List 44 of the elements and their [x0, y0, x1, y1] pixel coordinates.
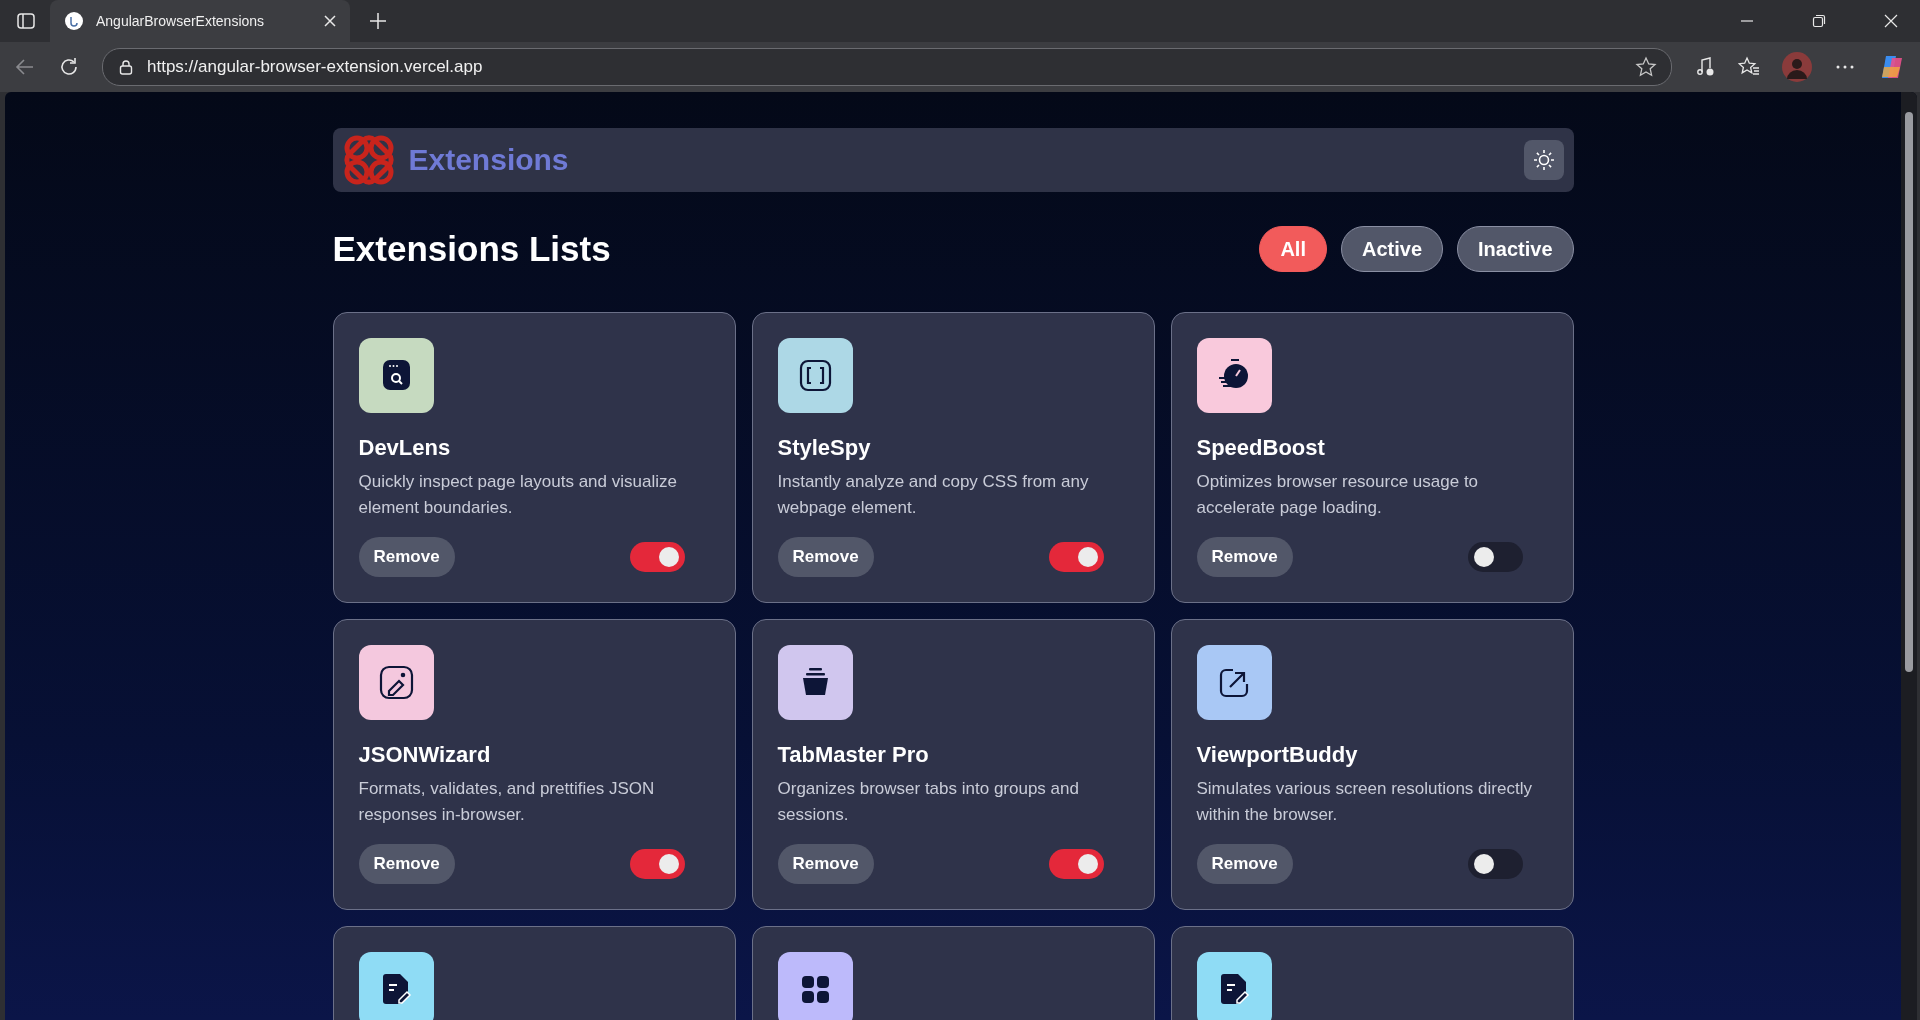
toggle-switch[interactable] — [1467, 849, 1523, 879]
extension-name: ViewportBuddy — [1196, 742, 1359, 768]
reload-icon[interactable] — [58, 56, 80, 78]
remove-button[interactable]: Remove — [777, 537, 874, 577]
toggle-switch[interactable] — [629, 542, 685, 572]
extension-description: Quickly inspect page layouts and visualize element boundaries. — [358, 471, 678, 519]
toggle-switch[interactable] — [1467, 542, 1523, 572]
extension-name: TabMaster Pro — [777, 742, 930, 768]
extension-name: DevLens — [358, 435, 452, 461]
app-title: Extensions — [408, 143, 569, 177]
remove-button[interactable]: Remove — [358, 844, 455, 884]
extension-description: Formats, validates, and prettifies JSON responses in-browser. — [358, 778, 656, 826]
sidebar-toggle-icon[interactable] — [16, 11, 36, 31]
star-icon[interactable] — [1635, 56, 1657, 78]
tab-title: AngularBrowserExtensions — [96, 13, 266, 29]
toggle-switch[interactable] — [1048, 542, 1104, 572]
extension-description: Simulates various screen resolutions directly within the browser. — [1196, 778, 1533, 826]
extension-name: SpeedBoost — [1196, 435, 1326, 461]
music-note-icon[interactable] — [1694, 56, 1716, 78]
logo-icon — [342, 134, 395, 186]
toggle-switch[interactable] — [1048, 849, 1104, 879]
scrollbar[interactable] — [1901, 92, 1917, 1020]
filter-tab[interactable]: Active — [1341, 226, 1443, 272]
site-favicon-icon — [64, 11, 84, 31]
theme-toggle-button[interactable] — [1523, 140, 1564, 180]
lock-icon — [117, 58, 135, 76]
close-tab-icon[interactable] — [322, 13, 338, 29]
filter-tab[interactable]: Inactive — [1457, 226, 1574, 272]
favorites-star-icon[interactable] — [1738, 56, 1760, 78]
extension-name: StyleSpy — [777, 435, 872, 461]
extension-description: Optimizes browser resource usage to accelerate page loading. — [1196, 471, 1480, 519]
page-title: Extensions Lists — [332, 229, 612, 269]
remove-button[interactable]: Remove — [1196, 537, 1293, 577]
new-tab-icon[interactable] — [368, 11, 388, 31]
toggle-switch[interactable] — [629, 849, 685, 879]
remove-button[interactable]: Remove — [777, 844, 874, 884]
browser-tab[interactable]: AngularBrowserExtensions — [50, 0, 350, 42]
sun-icon — [1532, 149, 1555, 171]
remove-button[interactable]: Remove — [1196, 844, 1293, 884]
extension-description: Organizes browser tabs into groups and sessions. — [777, 778, 1080, 826]
extension-name: JSONWizard — [358, 742, 492, 768]
address-bar[interactable]: https://angular-browser-extension.vercel.app — [102, 48, 1672, 86]
extension-description: Instantly analyze and copy CSS from any webpage element. — [777, 471, 1090, 519]
remove-button[interactable]: Remove — [358, 537, 455, 577]
